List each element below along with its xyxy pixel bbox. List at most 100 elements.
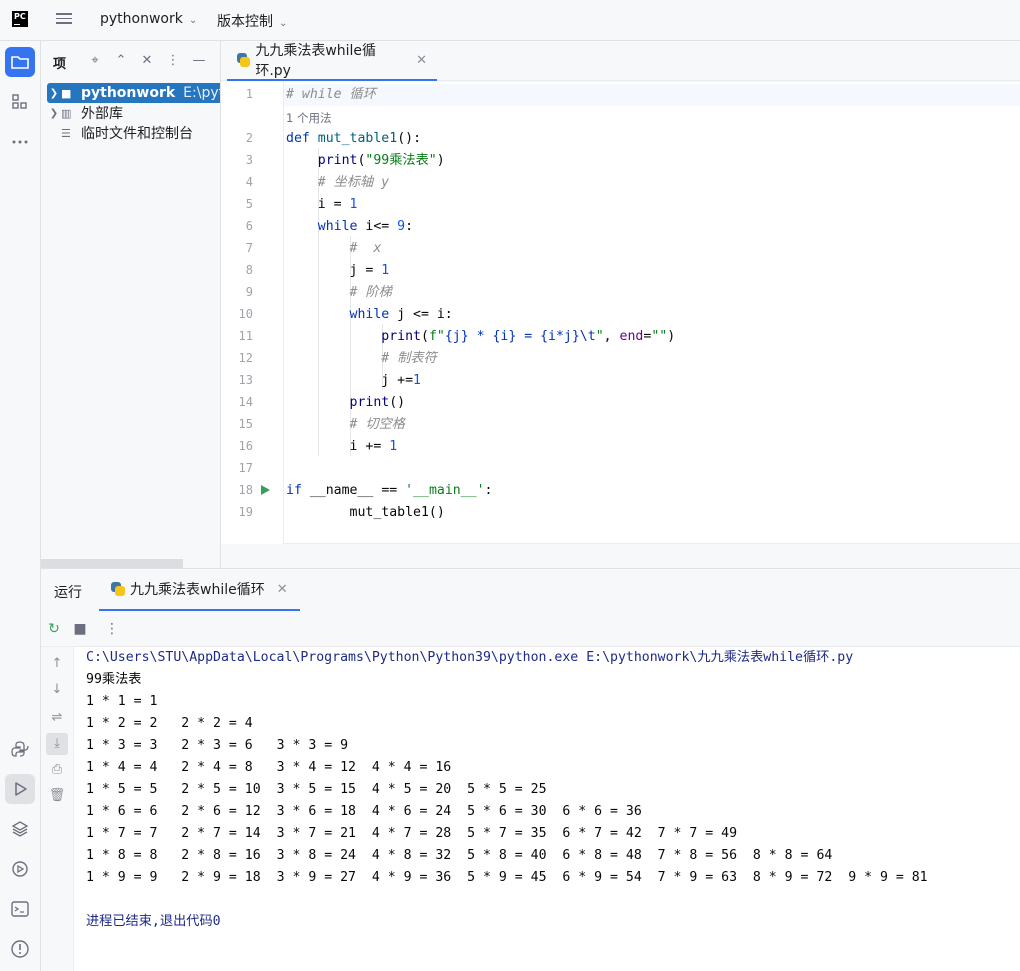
rerun-icon[interactable]: ↻ xyxy=(45,620,63,638)
python-console-button[interactable] xyxy=(5,734,35,764)
library-icon: ▥ xyxy=(61,106,72,120)
terminal-tool-button[interactable] xyxy=(5,894,35,924)
scroll-to-end-icon[interactable]: ⤓ xyxy=(46,733,68,755)
project-switcher[interactable]: pythonwork ⌄ xyxy=(100,11,197,27)
line-number: 7 xyxy=(245,241,253,255)
usage-hint[interactable]: 1 个用法 xyxy=(286,110,331,126)
line-number: 4 xyxy=(245,175,253,189)
tree-item-scratches[interactable]: ☰ 临时文件和控制台 xyxy=(47,123,220,143)
run-tab-label: 九九乘法表while循环 xyxy=(130,582,265,598)
vcs-label: 版本控制 xyxy=(217,14,273,30)
chevron-down-icon: ⌄ xyxy=(188,15,198,26)
line-number: 8 xyxy=(245,263,253,277)
expand-all-icon[interactable]: ⌃ xyxy=(112,52,130,70)
code-line-4: # 坐标轴 y xyxy=(317,175,390,190)
run-icon xyxy=(15,782,27,796)
options-icon[interactable]: ⋮ xyxy=(164,52,182,70)
close-icon[interactable]: ✕ xyxy=(277,582,288,597)
line-number: 12 xyxy=(238,351,253,365)
hide-panel-icon[interactable]: — xyxy=(190,52,208,70)
chevron-right-icon[interactable]: ❯ xyxy=(47,108,61,119)
project-panel-header: 项 ⌖ ⌃ ✕ ⋮ — xyxy=(41,41,220,81)
tree-item-external-libraries[interactable]: ❯ ▥ 外部库 xyxy=(47,103,220,123)
line-number: 15 xyxy=(238,417,253,431)
tree-item-label: pythonwork xyxy=(81,85,176,101)
trash-icon[interactable]: 🗑 xyxy=(46,785,68,807)
locate-icon[interactable]: ⌖ xyxy=(86,52,104,70)
more-icon xyxy=(12,140,28,144)
line-number: 18 xyxy=(238,483,253,497)
line-number: 11 xyxy=(238,329,253,343)
console-line: 1 * 2 = 2 2 * 2 = 4 xyxy=(86,716,277,731)
console-line: 1 * 1 = 1 xyxy=(86,694,182,709)
python-file-icon xyxy=(111,582,125,596)
structure-tool-button[interactable] xyxy=(5,87,35,117)
collapse-all-icon[interactable]: ✕ xyxy=(138,52,156,70)
project-tool-button[interactable] xyxy=(5,47,35,77)
run-toolbar: ↻ ■ ⋮ xyxy=(41,611,1020,647)
soft-wrap-icon[interactable]: ⇌ xyxy=(46,707,68,729)
code-line-1: # while 循环 xyxy=(286,87,376,102)
arrow-up-icon[interactable]: ↑ xyxy=(46,653,68,675)
run-config-tab[interactable]: 九九乘法表while循环 ✕ xyxy=(99,569,300,611)
editor-tab[interactable]: 九九乘法表while循环.py ✕ xyxy=(227,41,437,81)
vcs-menu[interactable]: 版本控制 ⌄ xyxy=(217,11,287,31)
services-tool-button[interactable] xyxy=(5,854,35,884)
chevron-down-icon: ⌄ xyxy=(279,18,288,29)
project-name: pythonwork xyxy=(100,11,183,27)
stop-icon[interactable]: ■ xyxy=(71,620,89,638)
console-output[interactable]: C:\Users\STU\AppData\Local\Programs\Pyth… xyxy=(86,647,1016,933)
close-icon[interactable]: ✕ xyxy=(416,53,427,68)
left-tool-strip xyxy=(0,41,41,971)
code-line-6: while i<= 9: xyxy=(317,219,414,234)
scratch-icon: ☰ xyxy=(61,126,71,140)
code-line-12: # 制表符 xyxy=(381,351,437,366)
editor-tab-bar: 九九乘法表while循环.py ✕ xyxy=(221,41,1020,81)
main-menu-icon[interactable] xyxy=(52,10,76,30)
console-line: 1 * 6 = 6 2 * 6 = 12 3 * 6 = 18 4 * 6 = … xyxy=(86,804,658,819)
run-gutter-icon[interactable] xyxy=(261,485,270,495)
python-console-icon xyxy=(11,741,29,757)
code-editor[interactable]: 1 2 3 4 5 6 7 8 9 10 11 12 13 14 15 16 1… xyxy=(221,82,1020,544)
more-tools-button[interactable] xyxy=(5,127,35,157)
code-line-19: mut_table1() xyxy=(349,505,445,520)
console-line: 1 * 9 = 9 2 * 9 = 18 3 * 9 = 27 4 * 9 = … xyxy=(86,870,944,885)
structure-icon xyxy=(12,94,27,109)
run-panel-title: 运行 xyxy=(54,585,82,601)
layers-tool-button[interactable] xyxy=(5,814,35,844)
line-number: 16 xyxy=(238,439,253,453)
code-line-10: while j <= i: xyxy=(349,307,453,322)
problems-tool-button[interactable] xyxy=(5,934,35,964)
horizontal-scrollbar[interactable] xyxy=(41,559,183,568)
chevron-right-icon[interactable]: ❯ xyxy=(47,88,61,99)
code-line-9: # 阶梯 xyxy=(349,285,392,300)
arrow-down-icon[interactable]: ↓ xyxy=(46,679,68,701)
folder-icon: ■ xyxy=(61,86,72,100)
code-line-14: print() xyxy=(349,395,406,410)
title-bar: PC pythonwork ⌄ 版本控制 ⌄ xyxy=(0,0,1020,41)
python-file-icon xyxy=(237,53,251,67)
line-number: 19 xyxy=(238,505,253,519)
tree-item-label: 临时文件和控制台 xyxy=(81,126,193,142)
tree-item-path: E:\pytho xyxy=(183,85,220,101)
console-line: 1 * 5 = 5 2 * 5 = 10 3 * 5 = 15 4 * 5 = … xyxy=(86,782,563,797)
code-line-16: i += 1 xyxy=(349,439,398,454)
print-icon[interactable]: ⎙ xyxy=(46,759,68,781)
line-number: 3 xyxy=(245,153,253,167)
line-number: 13 xyxy=(238,373,253,387)
layers-icon xyxy=(11,821,29,837)
editor-gutter: 1 2 3 4 5 6 7 8 9 10 11 12 13 14 15 16 1… xyxy=(221,82,284,544)
pycharm-logo-icon: PC xyxy=(12,11,28,27)
code-line-5: i = 1 xyxy=(317,197,358,212)
tree-item-pythonwork[interactable]: ❯ ■ pythonwork E:\pytho xyxy=(47,83,220,103)
line-number: 17 xyxy=(238,461,253,475)
code-line-11: print(f"{j} * {i} = {i*j}\t", end="") xyxy=(381,329,676,344)
services-icon xyxy=(12,861,28,877)
more-options-icon[interactable]: ⋮ xyxy=(103,620,121,638)
run-tool-button[interactable] xyxy=(5,774,35,804)
console-line: 99乘法表 xyxy=(86,672,142,687)
line-number: 10 xyxy=(238,307,253,321)
run-side-toolbar: ↑ ↓ ⇌ ⤓ ⎙ 🗑 xyxy=(41,647,74,971)
line-number: 2 xyxy=(245,131,253,145)
run-tool-window: 运行 九九乘法表while循环 ✕ ↻ ■ ⋮ ↑ ↓ ⇌ ⤓ ⎙ 🗑 C:\U… xyxy=(41,568,1020,971)
